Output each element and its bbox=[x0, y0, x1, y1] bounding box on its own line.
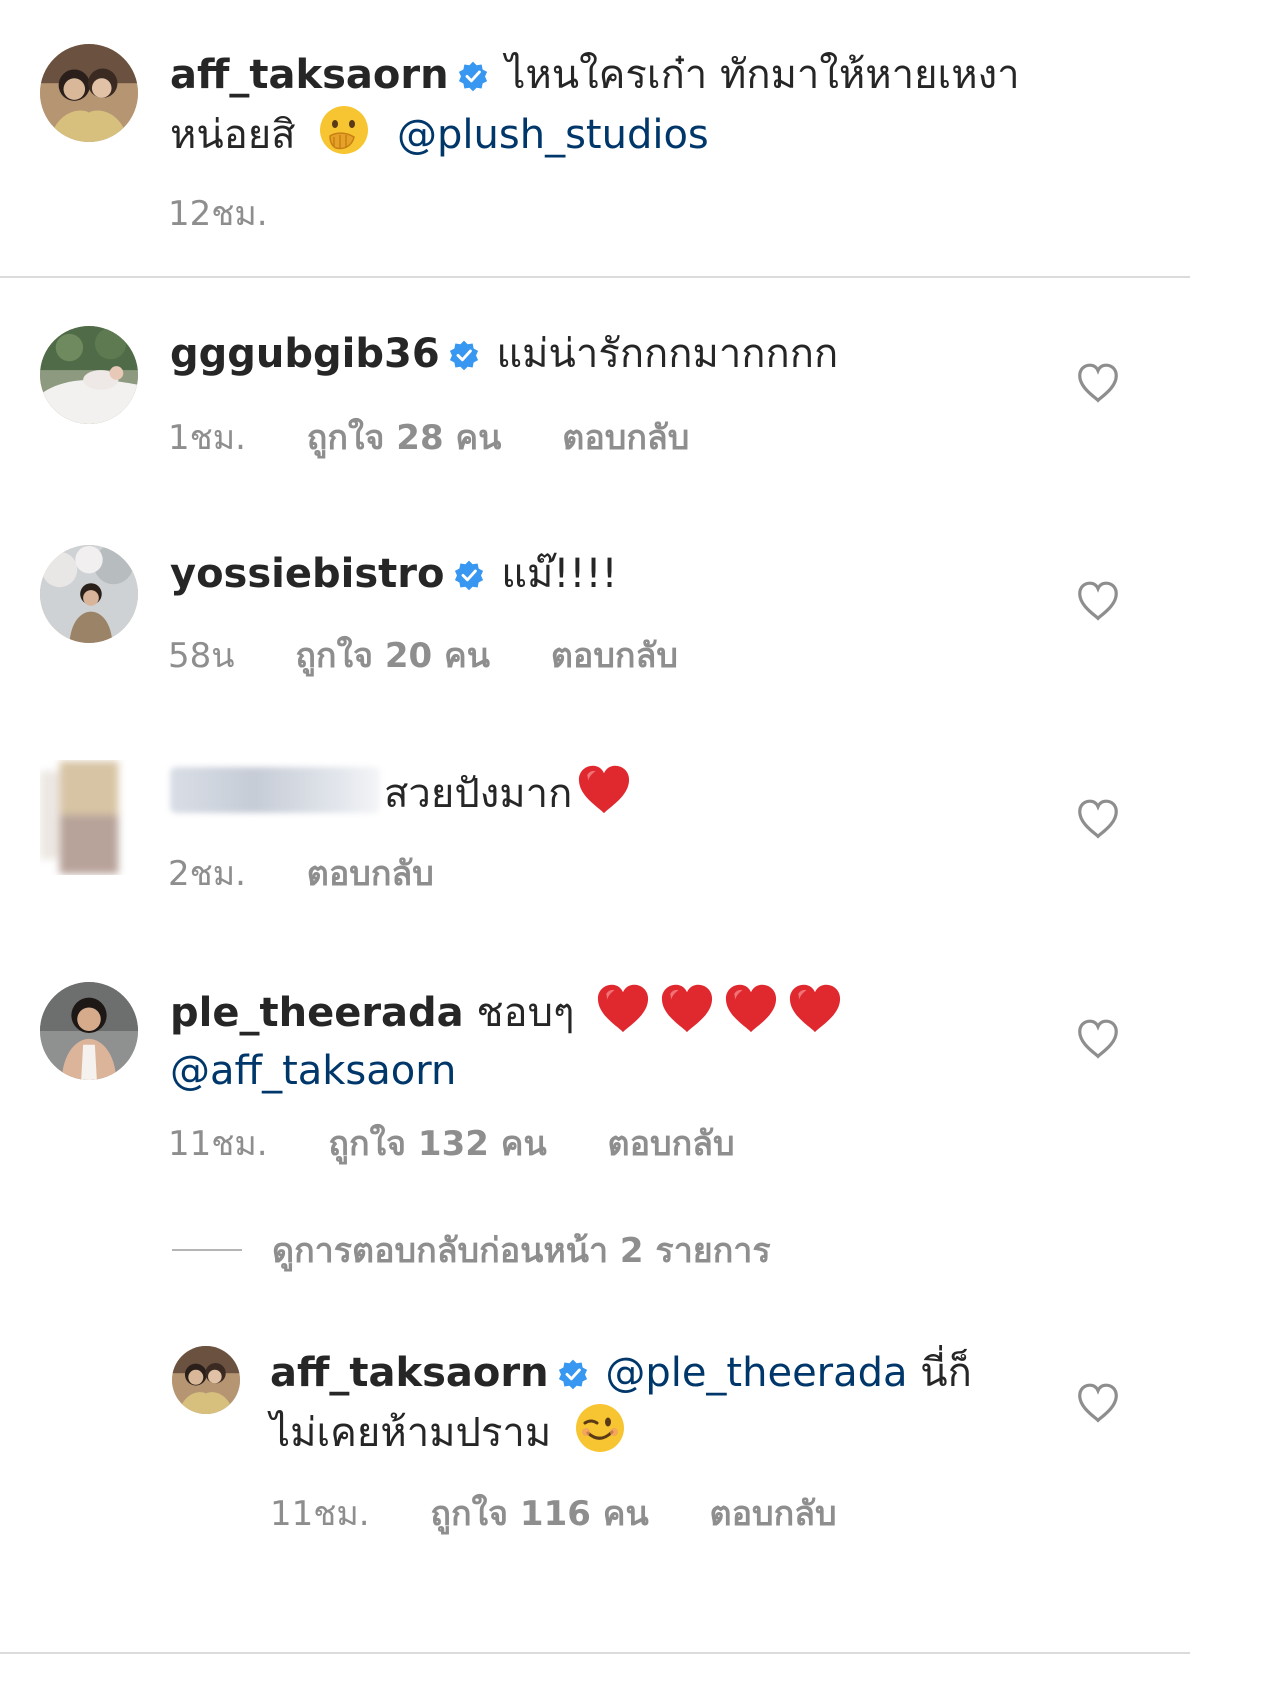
reply-button[interactable]: ตอบกลับ bbox=[710, 1494, 837, 1534]
caption-username[interactable]: aff_taksaorn bbox=[170, 52, 449, 98]
avatar-blurred[interactable] bbox=[40, 760, 138, 875]
reply-body-line2: ไม่เคยห้ามปราม bbox=[270, 1410, 552, 1456]
caption-body-line1: ไหนใครเก๋า ทักมาให้หายเหงา bbox=[505, 52, 1020, 98]
comment-body: สวยปังมาก bbox=[384, 771, 573, 817]
winking-face-emoji-icon bbox=[574, 1402, 626, 1454]
reply-mention-link[interactable]: @ple_theerada bbox=[605, 1350, 907, 1396]
comments-panel: aff_taksaorn ไหนใครเก๋า ทักมาให้หายเหงา … bbox=[0, 0, 1190, 1691]
reply-button[interactable]: ตอบกลับ bbox=[608, 1124, 735, 1164]
comment-body: ชอบๆ bbox=[476, 990, 575, 1036]
reply-button[interactable]: ตอบกลับ bbox=[551, 636, 678, 676]
bottom-divider bbox=[0, 1652, 1190, 1654]
avatar-yossiebistro[interactable] bbox=[40, 545, 138, 643]
avatar-aff-taksaorn-reply[interactable] bbox=[172, 1346, 240, 1414]
like-heart-icon[interactable] bbox=[1076, 362, 1120, 404]
caption-body-line2: หน่อยสิ bbox=[170, 112, 296, 158]
comment-like-count[interactable]: ถูกใจ 132 คน bbox=[328, 1124, 546, 1164]
comment-blurred-user: สวยปังมาก bbox=[170, 763, 632, 823]
blurred-username[interactable] bbox=[170, 767, 380, 813]
reply-body-line1: นี่ก็ bbox=[920, 1350, 972, 1396]
caption-divider bbox=[0, 276, 1190, 278]
caption-meta: 12ชม. bbox=[168, 186, 318, 240]
red-heart-emoji-icon bbox=[787, 982, 843, 1034]
caption-text: aff_taksaorn ไหนใครเก๋า ทักมาให้หายเหงา … bbox=[170, 46, 1090, 164]
avatar-ple-theerada[interactable] bbox=[40, 982, 138, 1080]
caption-mention-link[interactable]: @plush_studios bbox=[397, 112, 709, 158]
red-heart-emoji-icon bbox=[659, 982, 715, 1034]
comment-meta: 11ชม. ถูกใจ 132 คน ตอบกลับ bbox=[168, 1116, 785, 1170]
verified-badge-icon bbox=[453, 559, 485, 591]
avatar-aff-taksaorn[interactable] bbox=[40, 44, 138, 142]
comment-meta: 2ชม. ตอบกลับ bbox=[168, 846, 484, 900]
comment-timestamp: 2ชม. bbox=[168, 854, 246, 894]
reply-button[interactable]: ตอบกลับ bbox=[307, 854, 434, 894]
comment-username[interactable]: gggubgib36 bbox=[170, 331, 440, 377]
comment-gggubgib36: gggubgib36 แม่น่ารักกกมากกกก bbox=[170, 325, 838, 383]
comment-like-count[interactable]: ถูกใจ 28 คน bbox=[307, 418, 502, 458]
view-previous-replies-label: ดูการตอบกลับก่อนหน้า 2 รายการ bbox=[272, 1231, 771, 1271]
reply-comment-aff-taksaorn: aff_taksaorn @ple_theerada นี่ก็ ไม่เคยห… bbox=[270, 1344, 1010, 1462]
replies-divider-line bbox=[172, 1249, 242, 1251]
reply-timestamp: 11ชม. bbox=[270, 1494, 370, 1534]
comment-meta: 58น ถูกใจ 20 คน ตอบกลับ bbox=[168, 628, 728, 682]
red-heart-emoji-icon bbox=[595, 982, 651, 1034]
like-heart-icon[interactable] bbox=[1076, 798, 1120, 840]
verified-badge-icon bbox=[457, 60, 489, 92]
red-heart-emoji-icon bbox=[723, 982, 779, 1034]
comment-body: แม๊!!!! bbox=[501, 551, 618, 597]
comment-ple-theerada: ple_theerada ชอบๆ @aff_taksaorn bbox=[170, 982, 843, 1100]
comment-timestamp: 11ชม. bbox=[168, 1124, 268, 1164]
face-with-hand-over-mouth-emoji-icon bbox=[318, 104, 370, 156]
reply-meta: 11ชม. ถูกใจ 116 คน ตอบกลับ bbox=[270, 1486, 887, 1540]
comment-yossiebistro: yossiebistro แม๊!!!! bbox=[170, 545, 618, 603]
like-heart-icon[interactable] bbox=[1076, 1382, 1120, 1424]
reply-like-count[interactable]: ถูกใจ 116 คน bbox=[430, 1494, 648, 1534]
comment-body: แม่น่ารักกกมากกกก bbox=[496, 331, 839, 377]
comment-username[interactable]: ple_theerada bbox=[170, 990, 464, 1036]
comment-timestamp: 1ชม. bbox=[168, 418, 246, 458]
avatar-gggubgib36[interactable] bbox=[40, 326, 138, 424]
verified-badge-icon bbox=[448, 339, 480, 371]
like-heart-icon[interactable] bbox=[1076, 1018, 1120, 1060]
caption-timestamp: 12ชม. bbox=[168, 194, 268, 234]
comment-timestamp: 58น bbox=[168, 636, 235, 676]
reply-button[interactable]: ตอบกลับ bbox=[562, 418, 689, 458]
view-previous-replies-button[interactable]: ดูการตอบกลับก่อนหน้า 2 รายการ bbox=[172, 1228, 771, 1272]
verified-badge-icon bbox=[557, 1358, 589, 1390]
like-heart-icon[interactable] bbox=[1076, 580, 1120, 622]
comment-meta: 1ชม. ถูกใจ 28 คน ตอบกลับ bbox=[168, 410, 739, 464]
reply-username[interactable]: aff_taksaorn bbox=[270, 1350, 549, 1396]
comment-like-count[interactable]: ถูกใจ 20 คน bbox=[295, 636, 490, 676]
red-heart-emoji-icon bbox=[576, 763, 632, 815]
comment-username[interactable]: yossiebistro bbox=[170, 551, 445, 597]
comment-mention-link[interactable]: @aff_taksaorn bbox=[170, 1048, 456, 1094]
